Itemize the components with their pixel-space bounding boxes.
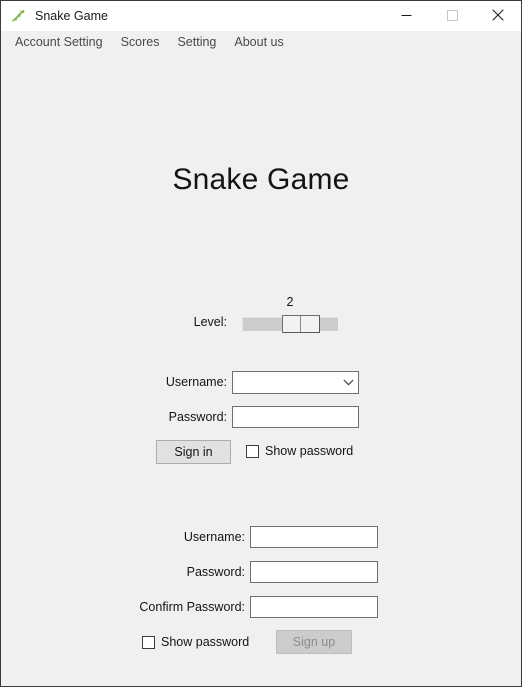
signup-confirm-password-label: Confirm Password:	[139, 600, 245, 614]
signup-username-input[interactable]	[250, 526, 378, 548]
signup-show-password-label: Show password	[161, 635, 250, 649]
signup-password-row: Password:	[1, 561, 521, 583]
signin-username-combobox[interactable]	[232, 371, 359, 394]
signin-username-label: Username:	[165, 375, 227, 389]
menu-item-about-us[interactable]: About us	[225, 31, 292, 53]
signin-show-password-box[interactable]	[246, 444, 259, 458]
signin-show-password-label: Show password	[265, 444, 354, 458]
level-slider-thumb[interactable]	[282, 315, 320, 333]
signup-show-password-checkbox[interactable]: Show password	[142, 631, 249, 653]
level-slider[interactable]	[242, 315, 338, 333]
menu-item-account-setting[interactable]: Account Setting	[6, 31, 112, 53]
close-button[interactable]	[475, 1, 521, 31]
signin-button[interactable]: Sign in	[156, 440, 231, 464]
maximize-button[interactable]	[429, 1, 475, 31]
level-label: Level:	[193, 315, 227, 329]
snake-icon	[10, 8, 26, 24]
signup-password-label: Password:	[186, 565, 245, 579]
menu-item-scores[interactable]: Scores	[112, 31, 169, 53]
signup-username-label: Username:	[183, 530, 245, 544]
signup-confirm-password-row: Confirm Password:	[1, 596, 521, 618]
signup-username-row: Username:	[1, 526, 521, 548]
title-bar-left: Snake Game	[1, 8, 108, 24]
signup-password-input[interactable]	[250, 561, 378, 583]
chevron-down-icon[interactable]	[338, 379, 358, 386]
app-window: Snake Game Account Setting Scores Settin…	[0, 0, 522, 687]
maximize-icon	[446, 9, 458, 24]
signin-password-row: Password:	[1, 406, 521, 428]
title-bar: Snake Game	[1, 1, 521, 31]
minimize-icon	[401, 9, 412, 24]
signin-username-row: Username:	[1, 371, 521, 394]
minimize-button[interactable]	[383, 1, 429, 31]
level-value: 2	[286, 295, 294, 309]
window-controls	[383, 1, 521, 31]
menu-item-setting[interactable]: Setting	[168, 31, 225, 53]
window-title: Snake Game	[35, 8, 108, 23]
page-title: Snake Game	[172, 163, 350, 196]
client-area: Snake Game Level: 2 Username: Password: …	[1, 53, 521, 686]
signin-password-label: Password:	[168, 410, 227, 424]
menu-bar: Account Setting Scores Setting About us	[1, 31, 521, 53]
signup-show-password-box[interactable]	[142, 635, 155, 649]
signin-show-password-checkbox[interactable]: Show password	[246, 440, 353, 462]
signin-password-input[interactable]	[232, 406, 359, 428]
close-icon	[492, 8, 504, 24]
signup-confirm-password-input[interactable]	[250, 596, 378, 618]
signup-button[interactable]: Sign up	[276, 630, 352, 654]
level-row: Level: 2	[1, 295, 521, 333]
